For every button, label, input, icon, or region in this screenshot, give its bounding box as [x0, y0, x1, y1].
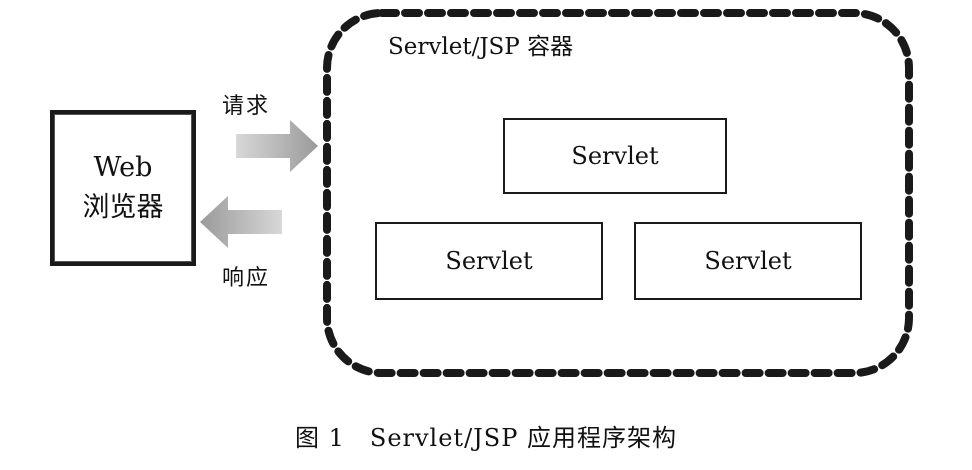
figure-caption: 图 1 Servlet/JSP 应用程序架构: [294, 424, 678, 452]
servlet-box-top: Servlet: [503, 118, 727, 194]
response-label: 响应: [222, 266, 271, 291]
servlet-box-right: Servlet: [634, 222, 862, 300]
response-arrow-icon: [198, 194, 282, 250]
web-browser-box: Web 浏览器: [50, 110, 196, 266]
container-title: Servlet/JSP 容器: [388, 34, 574, 60]
servlet-box-left: Servlet: [375, 222, 603, 300]
request-label: 请求: [222, 94, 271, 119]
request-arrow-icon: [236, 118, 320, 174]
browser-label-name: 浏览器: [82, 192, 164, 223]
browser-label-web: Web: [93, 152, 153, 183]
